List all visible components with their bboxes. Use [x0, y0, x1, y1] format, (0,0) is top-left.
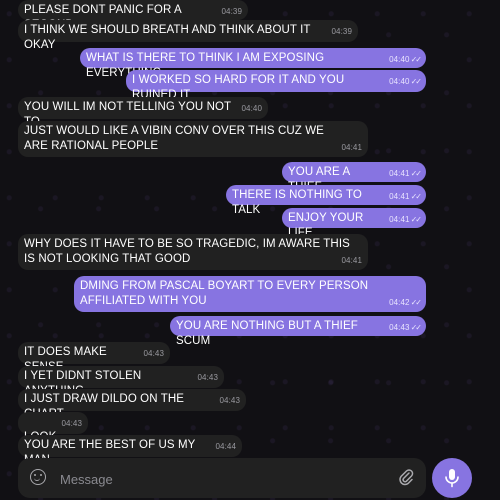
message-outgoing[interactable]: 04:40✓✓ I WORKED SO HARD FOR IT AND YOU …: [126, 70, 426, 101]
message-outgoing[interactable]: 04:41✓✓ YOU ARE A THIEF: [282, 162, 426, 193]
message-incoming[interactable]: 04:43 I YET DIDNT STOLEN ANYTHING: [18, 366, 224, 397]
emoji-icon[interactable]: [30, 469, 46, 485]
message-outgoing[interactable]: DMING FROM PASCAL BOYART TO EVERY PERSON…: [74, 276, 426, 312]
message-time: 04:43: [143, 349, 164, 358]
message-composer: [18, 458, 426, 498]
message-time: 04:43: [219, 396, 240, 405]
message-time: 04:41: [341, 256, 362, 265]
message-incoming[interactable]: 04:39 PLEASE DONT PANIC FOR A SECOND: [18, 0, 248, 31]
microphone-icon: [445, 469, 459, 488]
double-check-icon: ✓✓: [410, 298, 422, 307]
message-outgoing[interactable]: 04:41✓✓ ENJOY YOUR LIFE: [282, 208, 426, 239]
double-check-icon: ✓✓: [410, 169, 422, 178]
message-incoming[interactable]: 04:43 I JUST DRAW DILDO ON THE CHART: [18, 389, 246, 420]
message-text: JUST WOULD LIKE A VIBIN CONV OVER THIS C…: [24, 125, 324, 152]
message-time: 04:41✓✓: [389, 192, 422, 201]
message-incoming[interactable]: 04:39 I THINK WE SHOULD BREATH AND THINK…: [18, 20, 358, 51]
message-incoming[interactable]: JUST WOULD LIKE A VIBIN CONV OVER THIS C…: [18, 121, 368, 157]
message-time: 04:40: [241, 104, 262, 113]
message-time: 04:42✓✓: [389, 298, 422, 307]
message-time: 04:43✓✓: [389, 323, 422, 332]
message-incoming[interactable]: 04:40 YOU WILL IM NOT TELLING YOU NOT TO: [18, 97, 268, 128]
message-time: 04:41✓✓: [389, 215, 422, 224]
message-incoming[interactable]: 04:43 IT DOES MAKE SENSE: [18, 342, 170, 373]
double-check-icon: ✓✓: [410, 55, 422, 64]
message-time: 04:43: [197, 373, 218, 382]
message-text: WHY DOES IT HAVE TO BE SO TRAGEDIC, IM A…: [24, 238, 350, 265]
message-incoming[interactable]: 04:44 YOU ARE THE BEST OF US MY MAN: [18, 435, 242, 466]
message-outgoing[interactable]: 04:43✓✓ YOU ARE NOTHING BUT A THIEF SCUM: [170, 316, 426, 347]
message-time: 04:40✓✓: [389, 77, 422, 86]
message-input[interactable]: [58, 466, 392, 492]
double-check-icon: ✓✓: [410, 192, 422, 201]
double-check-icon: ✓✓: [410, 323, 422, 332]
message-text: DMING FROM PASCAL BOYART TO EVERY PERSON…: [80, 280, 369, 307]
message-outgoing[interactable]: 04:41✓✓ THERE IS NOTHING TO TALK: [226, 185, 426, 216]
message-incoming[interactable]: WHY DOES IT HAVE TO BE SO TRAGEDIC, IM A…: [18, 234, 368, 270]
double-check-icon: ✓✓: [410, 77, 422, 86]
message-time: 04:39: [331, 27, 352, 36]
paperclip-icon[interactable]: [398, 468, 414, 486]
message-time: 04:41: [341, 143, 362, 152]
message-time: 04:43: [61, 419, 82, 428]
message-outgoing[interactable]: 04:40✓✓ WHAT IS THERE TO THINK I AM EXPO…: [80, 48, 426, 79]
message-incoming[interactable]: 04:43 LOOK: [18, 412, 88, 443]
message-time: 04:44: [215, 442, 236, 451]
microphone-button[interactable]: [432, 458, 472, 498]
message-time: 04:40✓✓: [389, 55, 422, 64]
double-check-icon: ✓✓: [410, 215, 422, 224]
message-time: 04:41✓✓: [389, 169, 422, 178]
message-time: 04:39: [221, 7, 242, 16]
